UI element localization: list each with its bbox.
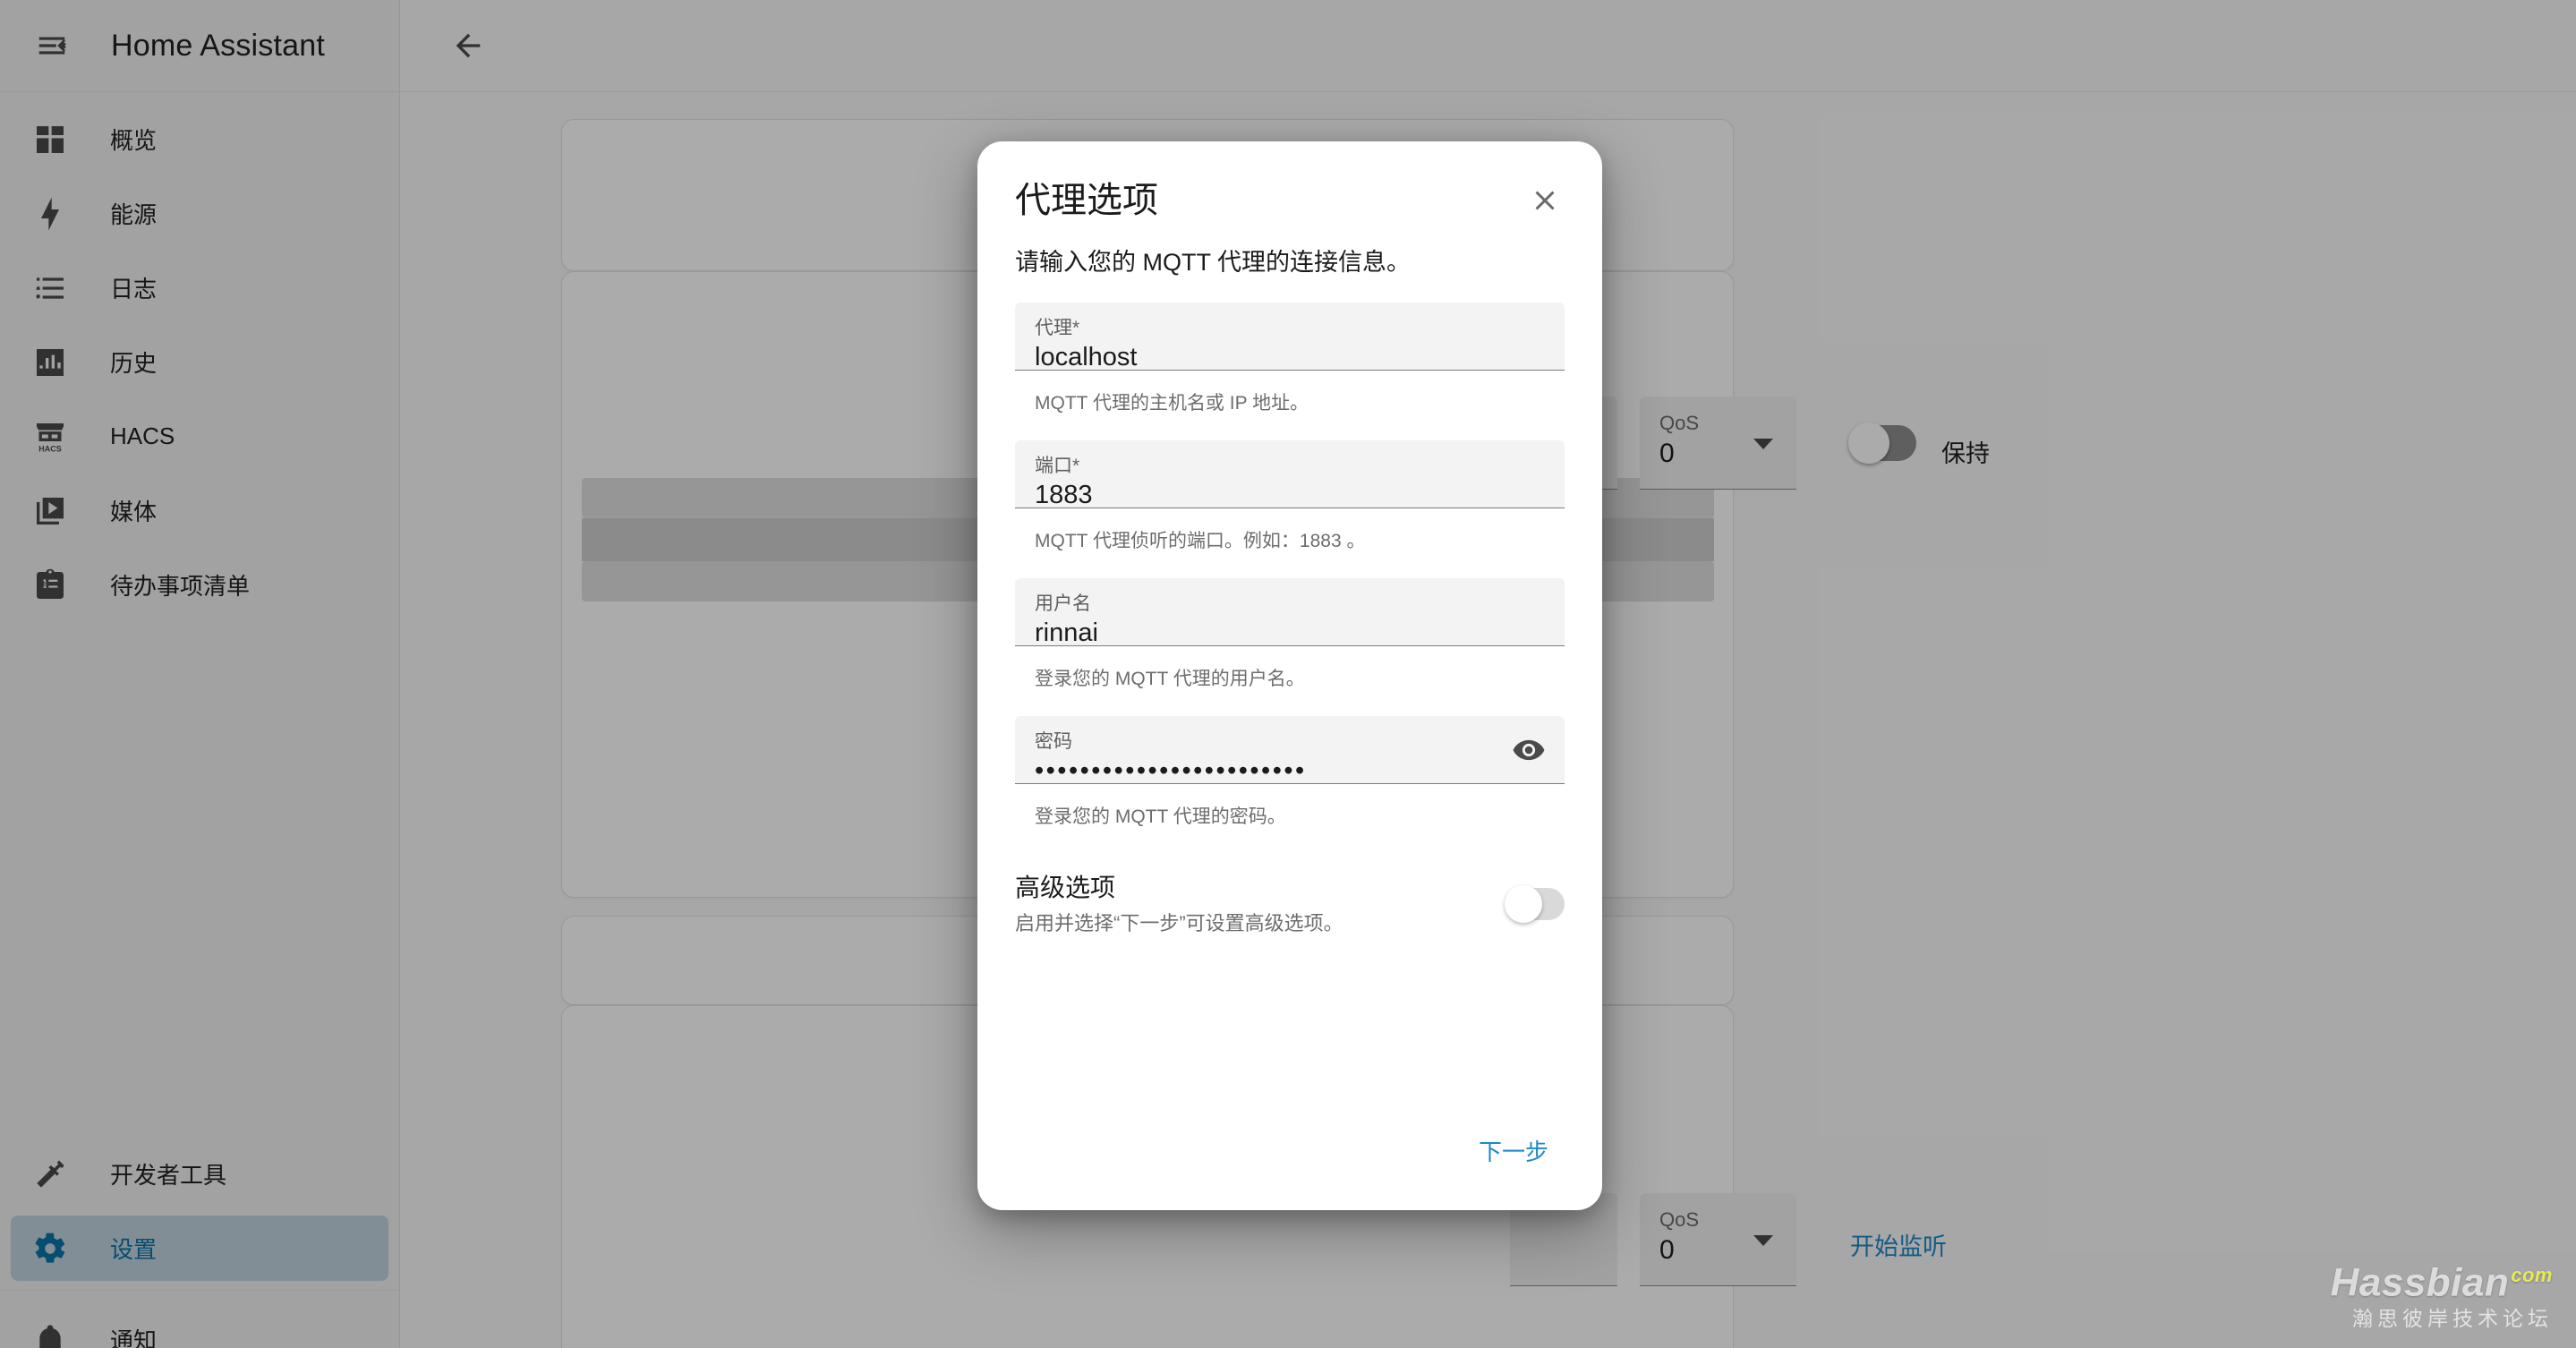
dialog-description: 请输入您的 MQTT 代理的连接信息。 (1015, 249, 1411, 276)
dialog-header: 代理选项 (977, 141, 1602, 226)
port-input[interactable]: 1883 (1035, 478, 1545, 512)
sidebar-item-label: HACS (110, 422, 175, 449)
hacs-storefront-icon: HACS (30, 416, 71, 457)
username-helper: 登录您的 MQTT 代理的用户名。 (1035, 669, 1305, 689)
lightning-bolt-icon (30, 193, 71, 235)
sidebar-item-energy[interactable]: 能源 (11, 181, 388, 246)
broker-input[interactable]: localhost (1035, 340, 1545, 374)
bell-icon (30, 1319, 71, 1348)
password-label: 密码 (1035, 731, 1072, 752)
sidebar-item-media[interactable]: 媒体 (11, 478, 388, 543)
sidebar-item-developer-tools[interactable]: 开发者工具 (11, 1141, 388, 1207)
start-listening-button[interactable]: 开始监听 (1850, 1227, 1947, 1262)
toggle-knob (1848, 422, 1889, 464)
sidebar-item-label: 设置 (110, 1236, 158, 1263)
advanced-options-subtitle: 启用并选择“下一步”可设置高级选项。 (1015, 912, 1343, 934)
view-dashboard-icon (30, 119, 71, 160)
broker-field[interactable]: 代理* localhost (1015, 303, 1565, 371)
arrow-left-icon[interactable] (436, 13, 500, 78)
username-label: 用户名 (1035, 593, 1091, 614)
sidebar-item-label: 概览 (110, 127, 158, 154)
sidebar-item-hacs[interactable]: HACS HACS (11, 404, 388, 469)
sidebar-item-label: 媒体 (110, 499, 158, 525)
broker-options-dialog: 代理选项 请输入您的 MQTT 代理的连接信息。 代理* localhost M… (977, 141, 1602, 1210)
sidebar-item-logbook[interactable]: 日志 (11, 255, 388, 320)
sidebar-item-notifications[interactable]: 通知 (11, 1307, 388, 1348)
dialog-form: 代理* localhost MQTT 代理的主机名或 IP 地址。 端口* 18… (977, 279, 1602, 1102)
sidebar-item-settings[interactable]: 设置 (11, 1216, 388, 1281)
sidebar-item-todo[interactable]: 待办事项清单 (11, 552, 388, 618)
field-group-password: 密码 •••••••••••••••••••••••• 登录您的 MQTT 代理… (1015, 716, 1565, 831)
password-helper: 登录您的 MQTT 代理的密码。 (1035, 806, 1286, 827)
next-button[interactable]: 下一步 (1463, 1123, 1565, 1178)
publish-qos-select[interactable]: QoS 0 (1640, 397, 1796, 490)
dialog-title: 代理选项 (1015, 181, 1158, 220)
eye-icon[interactable] (1509, 730, 1548, 770)
advanced-options-title: 高级选项 (1015, 874, 1116, 901)
hamburger-collapse-icon[interactable] (20, 13, 84, 78)
toggle-knob (1505, 885, 1542, 923)
field-group-port: 端口* 1883 MQTT 代理侦听的端口。例如：1883 。 (1015, 440, 1565, 555)
password-input[interactable]: •••••••••••••••••••••••• (1035, 754, 1545, 788)
sidebar-header: Home Assistant (0, 0, 399, 92)
hammer-wrench-icon (30, 1154, 71, 1195)
chevron-down-icon[interactable] (1753, 1234, 1773, 1246)
dialog-actions: 下一步 (977, 1102, 1602, 1210)
username-input[interactable]: rinnai (1035, 616, 1545, 650)
app-root: Home Assistant 概览 能源 日志 历史 HACS HACS 媒体 … (0, 0, 2576, 1348)
sidebar-item-label: 能源 (110, 201, 158, 228)
publish-retain-toggle[interactable] (1848, 422, 1916, 464)
sidebar-item-label: 日志 (110, 276, 158, 303)
advanced-options-row: 高级选项 启用并选择“下一步”可设置高级选项。 (1015, 854, 1565, 938)
format-list-bulleted-icon (30, 268, 71, 309)
port-helper: MQTT 代理侦听的端口。例如：1883 。 (1035, 531, 1366, 551)
password-field[interactable]: 密码 •••••••••••••••••••••••• (1015, 716, 1565, 785)
content-toolbar (400, 0, 2576, 92)
field-group-broker: 代理* localhost MQTT 代理的主机名或 IP 地址。 (1015, 303, 1565, 417)
play-box-multiple-icon (30, 491, 71, 532)
clipboard-list-icon (30, 565, 71, 606)
sidebar-item-overview[interactable]: 概览 (11, 107, 388, 172)
field-group-username: 用户名 rinnai 登录您的 MQTT 代理的用户名。 (1015, 578, 1565, 693)
sidebar-nav: 概览 能源 日志 历史 HACS HACS 媒体 待办事项清单 开发者工具 设置 (0, 92, 399, 1290)
sidebar: Home Assistant 概览 能源 日志 历史 HACS HACS 媒体 … (0, 0, 400, 1348)
port-label: 端口* (1035, 456, 1080, 476)
chevron-down-icon[interactable] (1753, 438, 1773, 449)
username-field[interactable]: 用户名 rinnai (1015, 578, 1565, 647)
port-field[interactable]: 端口* 1883 (1015, 440, 1565, 509)
sidebar-bottom: 通知 S susu&aoliao (0, 1290, 399, 1348)
advanced-options-toggle[interactable] (1505, 885, 1565, 923)
broker-label: 代理* (1035, 318, 1080, 338)
close-icon[interactable] (1520, 175, 1570, 226)
sidebar-item-label: 通知 (110, 1327, 158, 1348)
chart-box-icon (30, 342, 71, 383)
publish-qos-label: QoS (1659, 412, 1700, 434)
sidebar-item-label: 历史 (110, 350, 158, 377)
listen-qos-label: QoS (1659, 1208, 1700, 1231)
advanced-options-text: 高级选项 启用并选择“下一步”可设置高级选项。 (1015, 870, 1343, 938)
svg-text:HACS: HACS (38, 444, 62, 453)
listen-qos-select[interactable]: QoS 0 (1640, 1193, 1796, 1286)
app-title: Home Assistant (111, 28, 326, 63)
cog-icon (30, 1228, 71, 1269)
sidebar-item-label: 开发者工具 (110, 1162, 227, 1189)
broker-helper: MQTT 代理的主机名或 IP 地址。 (1035, 393, 1309, 414)
sidebar-item-history[interactable]: 历史 (11, 329, 388, 395)
sidebar-item-label: 待办事项清单 (110, 573, 251, 600)
publish-retain-label: 保持 (1941, 440, 1990, 467)
